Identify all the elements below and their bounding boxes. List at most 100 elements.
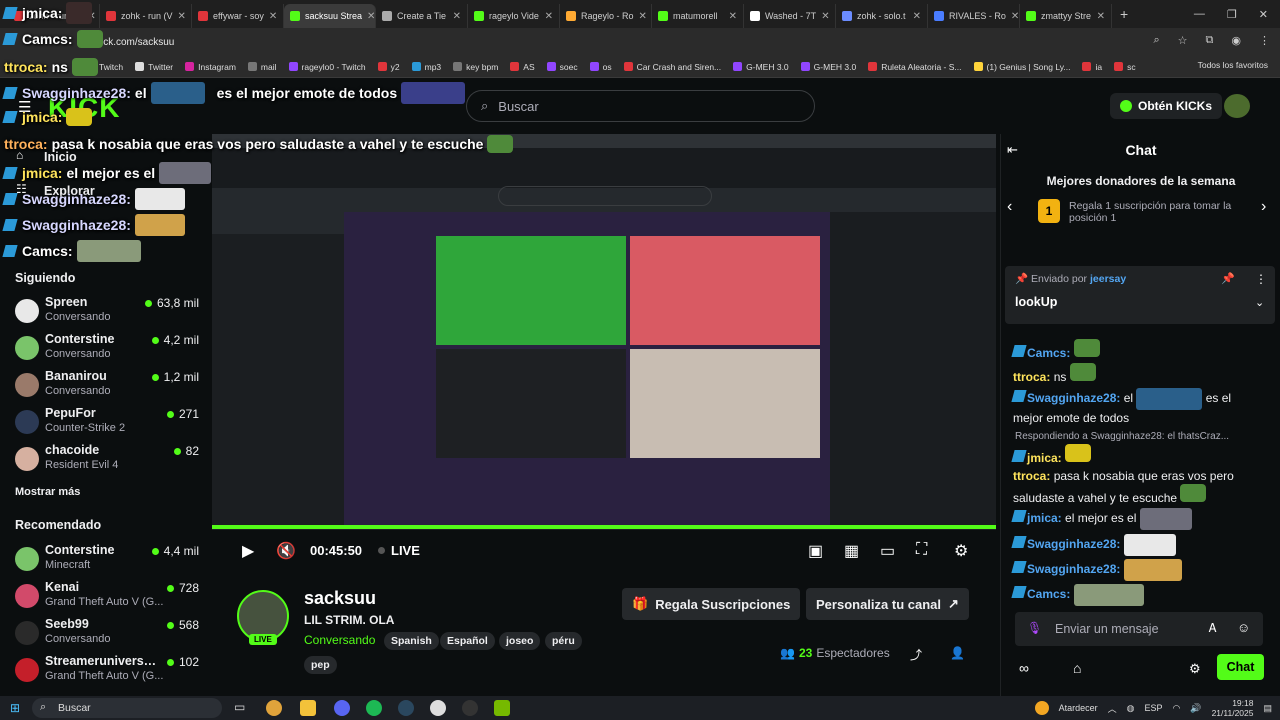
clock[interactable]: 19:18 21/11/2025: [1212, 698, 1254, 718]
close-icon[interactable]: ✕: [269, 11, 277, 22]
browser-tab[interactable]: zohk - solo.t ✕: [836, 4, 928, 28]
share-icon[interactable]: ⤴: [910, 646, 922, 663]
chevron-down-icon[interactable]: ⌄: [1255, 296, 1264, 309]
clip-icon[interactable]: ▣: [808, 541, 823, 561]
kicks-icon[interactable]: ∞: [1019, 660, 1029, 676]
browser-tab[interactable]: Rageylo - Ro ✕: [560, 4, 652, 28]
tag-joseo[interactable]: joseo: [499, 632, 541, 650]
user-avatar[interactable]: [1224, 94, 1250, 118]
maximize-icon[interactable]: ❐: [1227, 8, 1237, 21]
gift-subs-button[interactable]: 🎁 Regala Suscripciones: [622, 588, 801, 620]
taskbar-search[interactable]: ⌕ Buscar: [32, 698, 222, 718]
bookmark[interactable]: Car Crash and Siren...: [623, 62, 721, 72]
translate-icon[interactable]: Ꭺ: [1209, 621, 1217, 636]
channel-name[interactable]: sacksuu: [304, 588, 376, 609]
more-icon[interactable]: ⋮: [1255, 272, 1267, 286]
notifications-icon[interactable]: ▤: [1263, 703, 1272, 714]
menu-icon[interactable]: ⋮: [1259, 34, 1270, 47]
chrome-icon[interactable]: [266, 700, 282, 716]
settings-icon[interactable]: ⚙: [954, 541, 968, 561]
windows-start-icon[interactable]: ⊞: [10, 701, 20, 715]
bookmark[interactable]: Instagram: [185, 62, 236, 72]
live-progress-bar[interactable]: [212, 525, 996, 529]
spotify-icon[interactable]: [366, 700, 382, 716]
close-icon[interactable]: ✕: [821, 11, 829, 22]
nvidia-icon[interactable]: [494, 700, 510, 716]
close-icon[interactable]: ✕: [453, 11, 461, 22]
browser-tab[interactable]: effywar - soy ✕: [192, 4, 284, 28]
chat-input[interactable]: 🎙 Enviar un mensaje Ꭺ ☺: [1015, 612, 1263, 646]
mic-icon[interactable]: 🎙: [1027, 621, 1042, 635]
search-input[interactable]: ⌕ Buscar: [466, 90, 815, 122]
play-icon[interactable]: ▶: [242, 541, 254, 561]
close-icon[interactable]: ✕: [545, 11, 553, 22]
chat-settings-icon[interactable]: ⚙: [1189, 661, 1201, 677]
all-bookmarks[interactable]: Todos los favoritos: [1198, 60, 1268, 70]
browser-tab[interactable]: Create a Tie ✕: [376, 4, 468, 28]
close-icon[interactable]: ✕: [178, 11, 186, 22]
bookmark-star-icon[interactable]: ☆: [1178, 34, 1188, 47]
profile-icon[interactable]: ◉: [1231, 34, 1241, 47]
unpin-icon[interactable]: 📌: [1221, 272, 1235, 285]
bookmark[interactable]: os: [589, 62, 612, 72]
follow-icon[interactable]: 👤: [950, 646, 965, 660]
chevron-left-icon[interactable]: ‹: [1007, 198, 1012, 216]
sidebar-channel-conterstine[interactable]: Conterstine Conversando 4,2 mil: [15, 332, 205, 369]
sidebar-channel-conterstine-rec[interactable]: Conterstine Minecraft 4,4 mil: [15, 543, 205, 580]
extensions-icon[interactable]: ⧉: [1206, 34, 1214, 47]
close-icon[interactable]: ✕: [1011, 11, 1019, 22]
bookmark[interactable]: G-MEH 3.0: [733, 62, 789, 72]
tag-peru[interactable]: péru: [545, 632, 582, 650]
sidebar-channel-streameruniversity[interactable]: Streameruniversit... Grand Theft Auto V …: [15, 654, 205, 691]
show-more-button[interactable]: Mostrar más: [15, 486, 80, 498]
task-view-icon[interactable]: ▭: [234, 700, 245, 714]
bookmark[interactable]: G-MEH 3.0: [800, 62, 856, 72]
bookmark[interactable]: AS: [510, 62, 535, 72]
reply-reference[interactable]: Respondiendo a Swagginhaze28: el thatsCr…: [1015, 431, 1265, 442]
chevron-right-icon[interactable]: ›: [1261, 198, 1266, 216]
tray-chevron-icon[interactable]: ︿: [1108, 702, 1117, 715]
sidebar-channel-bananirou[interactable]: Bananirou Conversando 1,2 mil: [15, 369, 205, 406]
browser-tab-active[interactable]: sacksuu Strea ✕: [284, 4, 376, 28]
bookmark[interactable]: Twitter: [135, 62, 173, 72]
close-icon[interactable]: ✕: [1097, 11, 1105, 22]
browser-tab[interactable]: RIVALES - Ro ✕: [928, 4, 1020, 28]
close-icon[interactable]: ✕: [367, 11, 375, 22]
fullscreen-icon[interactable]: ⛶: [916, 541, 927, 559]
zoom-icon[interactable]: ⌕: [1153, 34, 1159, 47]
bookmark[interactable]: y2: [377, 62, 400, 72]
browser-tab[interactable]: zmattyy Stre ✕: [1020, 4, 1112, 28]
browser-tab[interactable]: Washed - 7T ✕: [744, 4, 836, 28]
wifi-icon[interactable]: ◠: [1172, 703, 1180, 714]
close-icon[interactable]: ✕: [639, 11, 647, 22]
sidebar-channel-spreen[interactable]: Spreen Conversando 63,8 mil: [15, 295, 205, 332]
bookmark[interactable]: sc: [1114, 62, 1136, 72]
close-icon[interactable]: ✕: [913, 11, 921, 22]
tray-apps-icon[interactable]: ◍: [1127, 703, 1135, 714]
weather-label[interactable]: Atardecer: [1059, 703, 1098, 713]
customize-channel-button[interactable]: Personaliza tu canal ↗: [806, 588, 969, 620]
mute-icon[interactable]: 🔇: [276, 541, 296, 561]
browser-tab[interactable]: rageylo Vide ✕: [468, 4, 560, 28]
bookmark[interactable]: rageylo0 - Twitch: [288, 62, 366, 72]
language-indicator[interactable]: ESP: [1144, 703, 1162, 713]
sidebar-channel-kenai[interactable]: Kenai Grand Theft Auto V (G... 728: [15, 580, 205, 617]
close-icon[interactable]: ✕: [729, 11, 737, 22]
file-explorer-icon[interactable]: [300, 700, 316, 716]
browser-tab[interactable]: matumorell ✕: [652, 4, 744, 28]
sidebar-channel-seeb99[interactable]: Seeb99 Conversando 568: [15, 617, 205, 654]
steam-icon[interactable]: [398, 700, 414, 716]
pip-icon[interactable]: ▭: [880, 541, 895, 561]
sidebar-channel-pepufor[interactable]: PepuFor Counter-Strike 2 271: [15, 406, 205, 443]
video-player[interactable]: ▶ 🔇 00:45:50 LIVE ▣ ▦ ▭ ⛶ ⚙: [212, 134, 996, 574]
bookmark[interactable]: mail: [247, 62, 277, 72]
bookmark[interactable]: soec: [546, 62, 578, 72]
close-window-icon[interactable]: ✕: [1259, 8, 1268, 21]
discord-icon[interactable]: [334, 700, 350, 716]
tag-espanol[interactable]: Español: [440, 632, 495, 650]
minimize-icon[interactable]: —: [1194, 8, 1205, 20]
store-icon[interactable]: ⌂: [1073, 660, 1081, 676]
browser-tab[interactable]: zohk - run (V ✕: [100, 4, 192, 28]
obs-icon[interactable]: [462, 700, 478, 716]
new-tab-icon[interactable]: +: [1120, 6, 1128, 22]
